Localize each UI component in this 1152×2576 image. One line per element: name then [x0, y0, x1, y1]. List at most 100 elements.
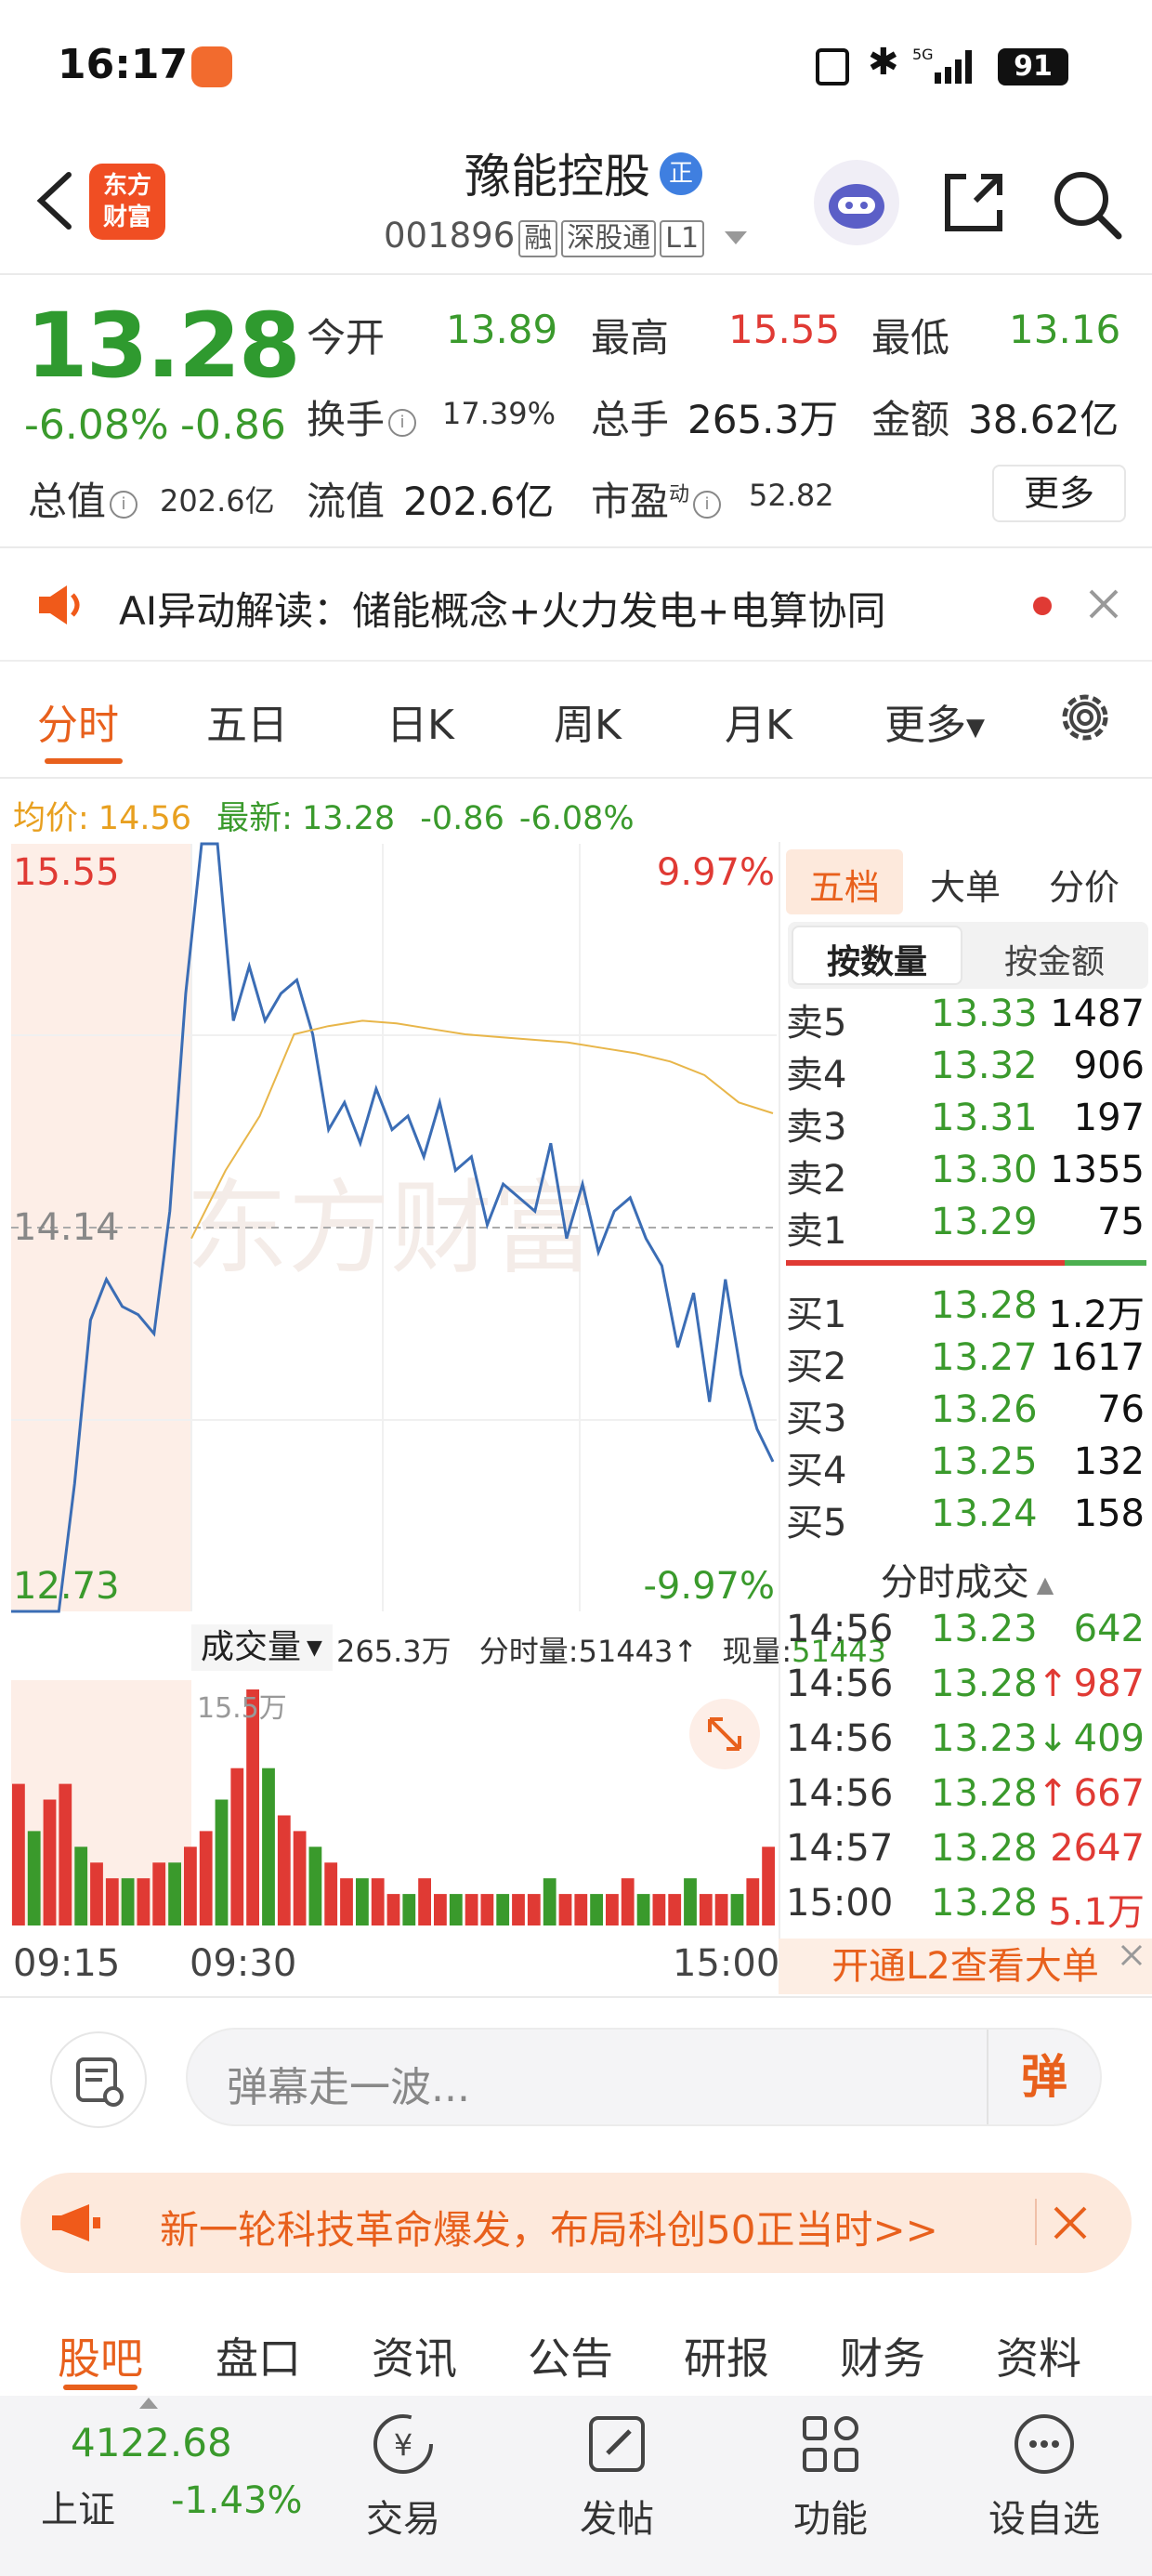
pct-min-label: -9.97%	[643, 1565, 775, 1608]
index-value[interactable]: 4122.68	[71, 2420, 232, 2465]
volume-indicator-select[interactable]: 成交量 ▼	[191, 1624, 333, 1671]
tab-more[interactable]: 更多▼	[884, 691, 985, 751]
sell-strength-bar	[1065, 1260, 1146, 1266]
ticks-header[interactable]: 分时成交 ▲	[786, 1552, 1148, 1606]
divider	[1035, 2199, 1037, 2245]
tick-row: 14:57 13.28 2647	[786, 1827, 1145, 1870]
signal-icon: 5G	[912, 45, 981, 85]
app-logo[interactable]: 东方 财富	[89, 164, 165, 240]
volume-bar	[137, 1878, 151, 1925]
tab-large-orders[interactable]: 大单	[907, 859, 1024, 910]
tick-row: 14:56 13.23↓ 409	[786, 1717, 1145, 1760]
tick-row: 15:00 13.28 5.1万	[786, 1882, 1145, 1934]
toolbar-functions[interactable]: 功能	[756, 2489, 905, 2543]
volume-bar	[449, 1894, 463, 1925]
pct-max-label: 9.97%	[657, 851, 775, 894]
gear-icon[interactable]	[1055, 688, 1115, 747]
pe-value: 52.82	[749, 478, 834, 513]
bid-row: 买5 13.24 158	[786, 1492, 1145, 1544]
volume-bar	[12, 1783, 25, 1925]
stock-code-row[interactable]: 001896 融深股通 L1	[384, 216, 747, 257]
volume-bar	[90, 1862, 103, 1925]
logo-line1: 东方	[102, 172, 151, 200]
tab-intraday[interactable]: 分时	[37, 691, 119, 751]
close-icon[interactable]	[1050, 2202, 1091, 2243]
l2-upgrade-banner[interactable]: 开通L2查看大单	[779, 1939, 1152, 1994]
volume-bar	[730, 1894, 744, 1925]
info-icon[interactable]: i	[110, 490, 138, 519]
tick-row: 14:56 13.28↑ 987	[786, 1663, 1145, 1705]
buy-strength-bar	[786, 1260, 1065, 1266]
tab-news[interactable]: 资讯	[372, 2325, 457, 2386]
tab-research[interactable]: 研报	[684, 2325, 769, 2386]
tab-order-book[interactable]: 盘口	[216, 2325, 301, 2386]
tab-profile[interactable]: 资料	[996, 2325, 1081, 2386]
share-icon[interactable]	[938, 167, 1009, 238]
close-icon[interactable]	[1083, 584, 1124, 624]
caret-up-icon[interactable]	[139, 2398, 158, 2409]
turnover-value: 17.39%	[442, 396, 556, 431]
change-percent: -6.08%	[24, 401, 169, 449]
tick-row: 14:56 13.23 642	[786, 1608, 1145, 1650]
comment-list-icon[interactable]	[50, 2031, 147, 2128]
toolbar-add-watchlist[interactable]: 设自选	[970, 2489, 1119, 2543]
index-name: 上证	[41, 2489, 115, 2531]
tab-announcements[interactable]: 公告	[528, 2325, 613, 2386]
toolbar-trade[interactable]: 交易	[329, 2489, 478, 2543]
volume-bar	[543, 1878, 556, 1925]
volume-bar	[74, 1847, 88, 1925]
segment-by-quantity[interactable]: 按数量	[792, 935, 962, 983]
danmu-button[interactable]: 弹	[987, 2030, 1100, 2124]
info-icon[interactable]: i	[388, 408, 417, 437]
volume-bar	[621, 1878, 635, 1925]
divider	[0, 273, 1152, 275]
chevron-down-icon[interactable]	[724, 230, 747, 244]
promo-text[interactable]: 新一轮科技革命爆发，布局科创50正当时>>	[160, 2199, 938, 2255]
stock-code: 001896	[384, 216, 516, 256]
tab-financials[interactable]: 财务	[840, 2325, 925, 2386]
tab-monthly-k[interactable]: 月K	[725, 691, 792, 751]
grid-icon[interactable]	[795, 2409, 866, 2479]
more-quote-button[interactable]: 更多	[992, 465, 1126, 522]
assistant-robot-icon[interactable]	[814, 160, 899, 245]
volume-bar	[527, 1894, 541, 1925]
volume-scale-label: 15.5万	[197, 1692, 287, 1725]
tab-active-indicator	[63, 2385, 137, 2390]
float-cap-label: 流值	[307, 479, 386, 524]
notification-app-icon	[191, 46, 232, 87]
tab-price-distribution[interactable]: 分价	[1026, 859, 1143, 910]
volume-bar	[402, 1894, 416, 1925]
x-label-close: 15:00	[673, 1942, 780, 1985]
back-icon[interactable]	[28, 167, 84, 232]
nfc-icon	[816, 48, 849, 85]
divider	[0, 1996, 1152, 1998]
toolbar-post[interactable]: 发帖	[543, 2489, 691, 2543]
volume-value: 265.3万	[687, 397, 839, 442]
volume-bar	[262, 1768, 275, 1925]
battery-indicator: 91	[998, 48, 1068, 85]
tab-weekly-k[interactable]: 周K	[554, 691, 622, 751]
unread-dot	[1033, 597, 1052, 615]
intraday-chart[interactable]: 东方财富 15.55 14.14 12.73 9.97% -9.97% 15.5…	[0, 836, 780, 1952]
segment-by-amount[interactable]: 按金额	[966, 935, 1143, 983]
ai-analysis-text[interactable]: AI异动解读：储能概念+火力发电+电算协同	[119, 580, 886, 637]
volume-bar	[356, 1878, 369, 1925]
status-time: 16:17	[58, 41, 189, 88]
info-icon[interactable]: i	[693, 490, 722, 519]
x-label-start: 09:15	[13, 1942, 121, 1985]
post-icon[interactable]	[582, 2409, 652, 2479]
tab-forum[interactable]: 股吧	[58, 2325, 143, 2386]
tab-daily-k[interactable]: 日K	[386, 691, 454, 751]
ask-row: 卖1 13.29 75	[786, 1201, 1145, 1253]
amount-value: 38.62亿	[968, 397, 1119, 442]
volume-bar	[465, 1894, 478, 1925]
tab-five-levels[interactable]: 五档	[786, 859, 903, 910]
volume-bar	[293, 1831, 307, 1925]
trade-icon[interactable]: ¥	[368, 2409, 439, 2479]
more-options-icon[interactable]	[1009, 2409, 1080, 2479]
search-icon[interactable]	[1048, 165, 1126, 243]
tab-active-indicator	[45, 758, 123, 764]
volume-bar	[652, 1894, 666, 1925]
tab-five-day[interactable]: 五日	[206, 691, 288, 751]
close-icon[interactable]	[1115, 1939, 1148, 1972]
